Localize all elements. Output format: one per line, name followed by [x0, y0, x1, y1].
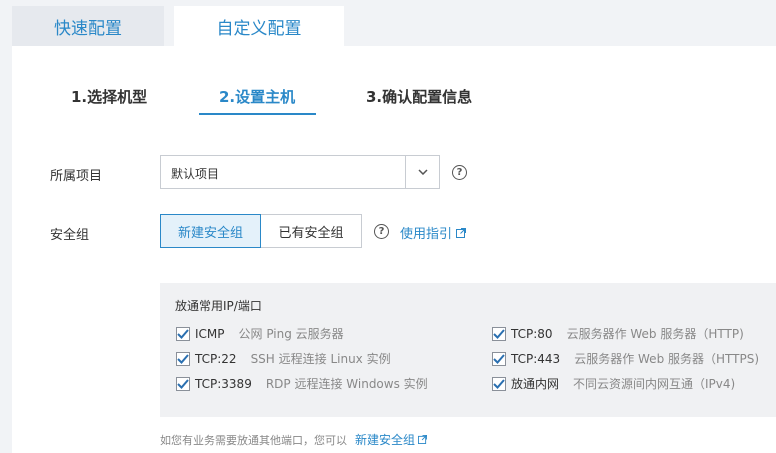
step-setup-host[interactable]: 2.设置主机 — [219, 86, 295, 107]
project-select[interactable]: 默认项目 — [160, 155, 440, 189]
external-link-icon — [418, 435, 428, 444]
new-security-group-button[interactable]: 新建安全组 — [160, 214, 261, 248]
chevron-down-icon[interactable] — [405, 156, 439, 188]
checkbox-icon[interactable] — [492, 351, 506, 366]
tab-custom-config[interactable]: 自定义配置 — [174, 6, 344, 46]
port-item-icmp[interactable]: ICMP 公网 Ping 云服务器 — [176, 325, 344, 342]
step-confirm-config[interactable]: 3.确认配置信息 — [366, 86, 472, 107]
project-label: 所属项目 — [50, 169, 103, 184]
external-link-icon — [456, 227, 467, 238]
custom-config-panel: 1.选择机型 2.设置主机 3.确认配置信息 所属项目 默认项目 ? 安全组 新… — [12, 46, 776, 453]
security-group-label: 安全组 — [50, 228, 90, 243]
project-select-value: 默认项目 — [171, 167, 220, 181]
port-item-intranet[interactable]: 放通内网 不同云资源间内网互通（IPv4) — [492, 375, 735, 392]
port-item-tcp22[interactable]: TCP:22 SSH 远程连接 Linux 实例 — [176, 350, 391, 367]
usage-guide-label: 使用指引 — [400, 227, 453, 242]
security-group-help-icon[interactable]: ? — [374, 224, 389, 239]
active-step-indicator — [199, 113, 316, 115]
port-item-tcp3389[interactable]: TCP:3389 RDP 远程连接 Windows 实例 — [176, 375, 428, 392]
config-mode-tabs: 快速配置 自定义配置 — [0, 0, 776, 46]
checkbox-icon[interactable] — [176, 351, 190, 366]
checkbox-icon[interactable] — [176, 326, 190, 341]
existing-security-group-button[interactable]: 已有安全组 — [261, 214, 362, 248]
usage-guide-link[interactable]: 使用指引 — [400, 223, 467, 242]
checkbox-icon[interactable] — [176, 376, 190, 391]
port-item-tcp443[interactable]: TCP:443 云服务器作 Web 服务器（HTTPS) — [492, 350, 759, 367]
hint-text: 如您有业务需要放通其他端口，您可以 — [160, 433, 347, 447]
common-ports-title: 放通常用IP/端口 — [175, 299, 262, 313]
port-item-tcp80[interactable]: TCP:80 云服务器作 Web 服务器（HTTP) — [492, 325, 744, 342]
new-security-group-link[interactable]: 新建安全组 — [355, 431, 428, 448]
step-select-model[interactable]: 1.选择机型 — [71, 86, 147, 107]
other-ports-hint: 如您有业务需要放通其他端口，您可以 新建安全组 — [160, 431, 428, 448]
tab-quick-config[interactable]: 快速配置 — [12, 6, 164, 46]
project-help-icon[interactable]: ? — [452, 165, 467, 180]
common-ports-box: 放通常用IP/端口 ICMP 公网 Ping 云服务器 TCP:22 SSH 远… — [160, 283, 776, 417]
checkbox-icon[interactable] — [492, 376, 506, 391]
checkbox-icon[interactable] — [492, 326, 506, 341]
